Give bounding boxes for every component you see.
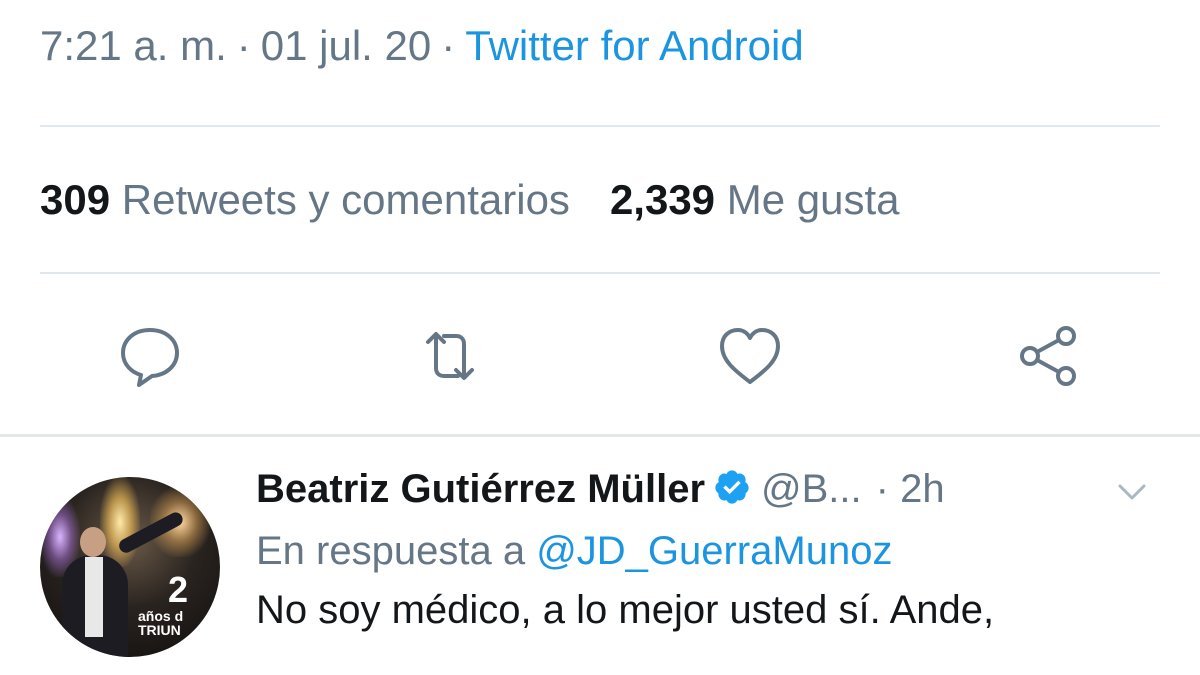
tweet-time: 7:21 a. m. [40,22,227,69]
reply-time: · 2h [875,467,945,511]
reply-tweet[interactable]: 2 años d TRIUN Beatriz Gutiérrez Müller @… [0,437,1200,675]
chevron-down-icon[interactable] [1112,477,1152,507]
tweet-source-link[interactable]: Twitter for Android [465,22,803,69]
avatar-badge-text: años d TRIUN [138,608,184,638]
author-handle[interactable]: @B... [761,467,862,511]
retweets-stat[interactable]: 309 Retweets y comentarios [40,176,570,223]
reply-icon [121,328,179,387]
verified-badge-icon [715,470,749,504]
share-button[interactable] [1012,320,1084,392]
retweet-icon [426,332,474,380]
like-button[interactable] [714,320,786,392]
tweet-timestamp-line: 7:21 a. m. · 01 jul. 20 · Twitter for Androi… [40,22,804,70]
divider [40,125,1160,127]
tweet-action-bar [0,320,1200,400]
reply-content: Beatriz Gutiérrez Müller @B... · 2h En re… [256,467,1176,633]
reply-header: Beatriz Gutiérrez Müller @B... · 2h [256,467,1176,527]
reply-button[interactable] [114,320,186,392]
avatar-badge-number: 2 [168,569,189,610]
meta-separator: · [441,22,456,69]
tweet-stats: 309 Retweets y comentarios 2,339 Me gusta [40,176,899,224]
in-reply-prefix: En respuesta a [256,529,526,573]
in-reply-mention-link[interactable]: @JD_GuerraMunoz [536,529,892,573]
tweet-date: 01 jul. 20 [260,22,432,69]
retweets-count: 309 [40,176,111,223]
likes-stat[interactable]: 2,339 Me gusta [610,176,900,223]
share-icon [1020,326,1076,386]
retweet-button[interactable] [414,320,486,392]
likes-count: 2,339 [609,176,716,223]
heart-icon [720,328,780,384]
avatar[interactable]: 2 años d TRIUN [40,477,220,657]
likes-label: Me gusta [726,176,900,223]
in-reply-to-line: En respuesta a @JD_GuerraMunoz [256,529,1176,574]
retweets-label: Retweets y comentarios [121,176,570,223]
divider [40,272,1160,274]
tweet-detail-screen: 7:21 a. m. · 01 jul. 20 · Twitter for Androi… [0,0,1200,675]
meta-separator: · [236,22,251,69]
reply-text: No soy médico, a lo mejor usted sí. Ande… [256,588,995,632]
author-name[interactable]: Beatriz Gutiérrez Müller [256,467,705,511]
